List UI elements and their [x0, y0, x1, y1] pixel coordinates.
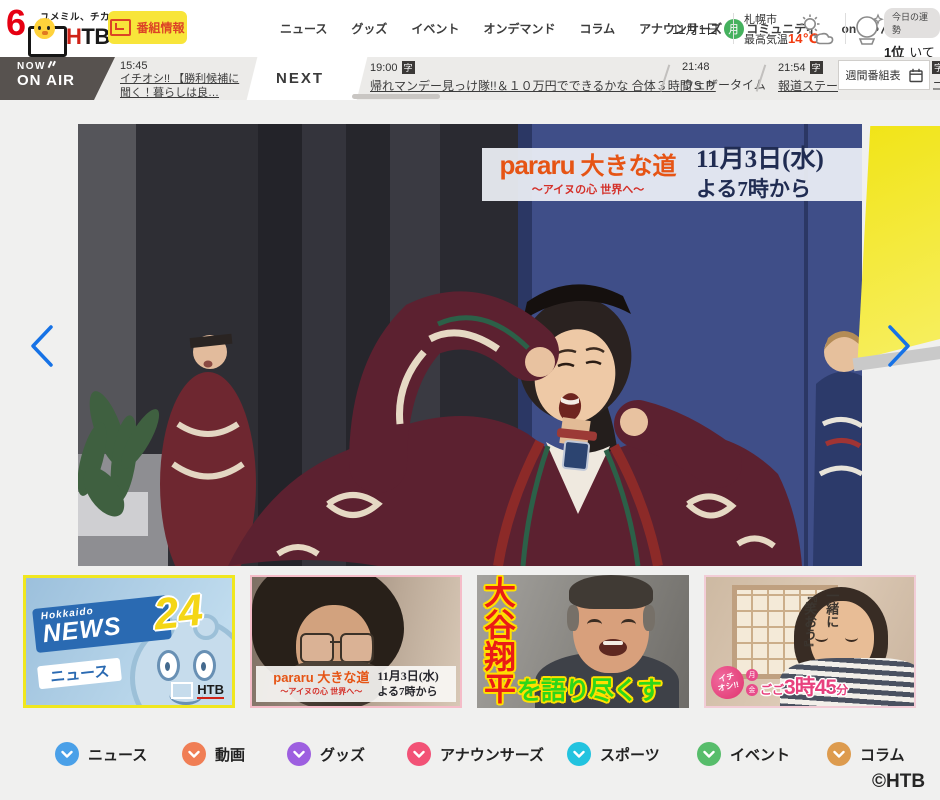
category-news[interactable]: ニュース [55, 742, 147, 766]
weather-label: 最高気温 [744, 34, 788, 46]
promo-title-latin: pararu [500, 150, 575, 180]
chevron-down-icon [55, 742, 79, 766]
closed-caption-badge: 字 [810, 61, 823, 74]
weekly-schedule-button[interactable]: 週間番組表 [838, 60, 930, 90]
glasses-icon [300, 633, 334, 663]
ohtani-caption: を語り尽くす [517, 671, 661, 707]
current-program: 15:45 イチオシ!! 【勝利候補に 聞く！暮らしは良… [120, 60, 250, 101]
calendar-icon [909, 68, 923, 83]
chevron-down-icon [287, 742, 311, 766]
copyright-notice: ©HTB [872, 771, 925, 793]
glasses-bridge [330, 641, 340, 643]
now-onair-label: NOW ON AIR [0, 57, 120, 100]
category-video[interactable]: 動画 [182, 742, 245, 766]
portrait-hair [569, 575, 653, 609]
nav-item-column[interactable]: コラム [567, 20, 627, 37]
news24-label: ニュース [37, 658, 122, 690]
nav-item-event[interactable]: イベント [399, 20, 471, 37]
promo-time: よる7時から [696, 173, 824, 203]
portrait-eye [621, 619, 636, 630]
portrait-mouth [599, 639, 627, 656]
ichioshi-airtime: ごご3時45分 [760, 671, 848, 701]
tv-icon [110, 19, 131, 36]
nav-item-news[interactable]: ニュース [268, 20, 339, 37]
category-column[interactable]: コラム [827, 742, 905, 766]
next-program-2-title: ウェザータイム [682, 76, 766, 93]
thumbnail-ichioshi[interactable]: 一緒に『笑おう』 イチオシ!! 月 金 ごご3時45分 [704, 575, 916, 708]
logo-wordmark: HTB [66, 26, 110, 48]
vertical-caption: 一緒に『笑おう』 [798, 589, 842, 654]
category-sports[interactable]: スポーツ [567, 742, 660, 766]
chevron-down-icon [567, 742, 591, 766]
thumbnail-news24[interactable]: Hokkaido NEWS 24 ニュース HTB [23, 575, 235, 708]
current-program-link[interactable]: イチオシ!! 【勝利候補に 聞く！暮らしは良… [120, 72, 250, 101]
nav-item-goods[interactable]: グッズ [339, 20, 399, 37]
htb-watermark: HTB [171, 682, 224, 699]
next-program-3: 21:54 字 報道ステーシ… [778, 61, 838, 94]
day-badge-fri: 金 [746, 684, 758, 696]
next-program-2: 21:48 ウェザータイム [682, 61, 766, 93]
thumbnail-pararu[interactable]: pararu 大きな道 ～アイヌの心 世界へ～ 11月3日(水) よる7時から [250, 575, 462, 708]
portrait-hair [643, 605, 655, 631]
category-goods[interactable]: グッズ [287, 742, 365, 766]
next-program-4-title: ニ… [932, 77, 940, 94]
promo-title-ja: 大きな道 [580, 153, 676, 180]
portrait-eye [845, 633, 858, 642]
next-program-3-link[interactable]: 報道ステーシ… [778, 77, 838, 94]
category-links: ニュース 動画 グッズ アナウンサーズ スポーツ イベント コラム [0, 742, 940, 772]
glasses-icon [340, 633, 374, 663]
header-divider [733, 13, 734, 44]
tv-frame-icon [28, 26, 67, 57]
htb-homepage: 6 ユメミル、チカラ HTB 番組情報 ニュース グッズ イベント オンデマンド… [0, 0, 940, 800]
program-promo-overlay: pararu大きな道 ～アイヌの心 世界へ～ 11月3日(水) よる7時から [482, 148, 862, 201]
next-label: NEXT [276, 70, 324, 87]
chevron-down-icon [697, 742, 721, 766]
promo-subtitle: ～アイヌの心 世界へ～ [482, 181, 694, 197]
thumbnail-ohtani[interactable]: 大谷翔平 を語り尽くす [477, 575, 689, 708]
channel-number: 6 [6, 5, 26, 41]
news24-number: 24 [152, 586, 206, 641]
category-announcers[interactable]: アナウンサーズ [407, 742, 544, 766]
chevron-down-icon [827, 742, 851, 766]
program-info-button[interactable]: 番組情報 [108, 11, 187, 44]
next-program-4: 字 ニ… [932, 61, 940, 94]
fortune-badge: 今日の運勢 [884, 8, 940, 38]
ticker-scrollbar[interactable] [352, 94, 440, 99]
chevron-down-icon [182, 742, 206, 766]
nav-item-ondemand[interactable]: オンデマンド [471, 20, 567, 37]
portrait-eye [587, 619, 602, 630]
hero-carousel-slide[interactable]: pararu大きな道 ～アイヌの心 世界へ～ 11月3日(水) よる7時から [78, 124, 862, 566]
tv-frame-icon [171, 682, 193, 699]
closed-caption-badge: 字 [932, 61, 940, 74]
current-date: 11月1日 [672, 19, 719, 38]
portrait-hair [567, 605, 579, 631]
ohtani-vertical-title: 大谷翔平 [482, 576, 514, 704]
crystal-ball-icon [853, 12, 885, 53]
site-header: 6 ユメミル、チカラ HTB 番組情報 ニュース グッズ イベント オンデマンド… [0, 0, 940, 57]
current-program-time: 15:45 [120, 60, 250, 72]
onchan-mascot-icon [34, 18, 55, 39]
sun-cloud-icon [799, 13, 837, 50]
day-badge-mon: 月 [746, 669, 758, 681]
pararu-caption-strip: pararu 大きな道 ～アイヌの心 世界へ～ 11月3日(水) よる7時から [256, 666, 456, 702]
promo-date: 11月3日(水) [696, 146, 824, 174]
carousel-next-button[interactable] [886, 324, 912, 373]
header-divider [845, 13, 846, 44]
carousel-prev-button[interactable] [28, 324, 54, 373]
onair-ticker: NOW ON AIR 15:45 イチオシ!! 【勝利候補に 聞く！暮らしは良…… [0, 57, 940, 100]
chevron-down-icon [407, 742, 431, 766]
closed-caption-badge: 字 [402, 61, 415, 74]
htb-logo[interactable]: 6 ユメミル、チカラ HTB [0, 0, 105, 57]
category-event[interactable]: イベント [697, 742, 790, 766]
